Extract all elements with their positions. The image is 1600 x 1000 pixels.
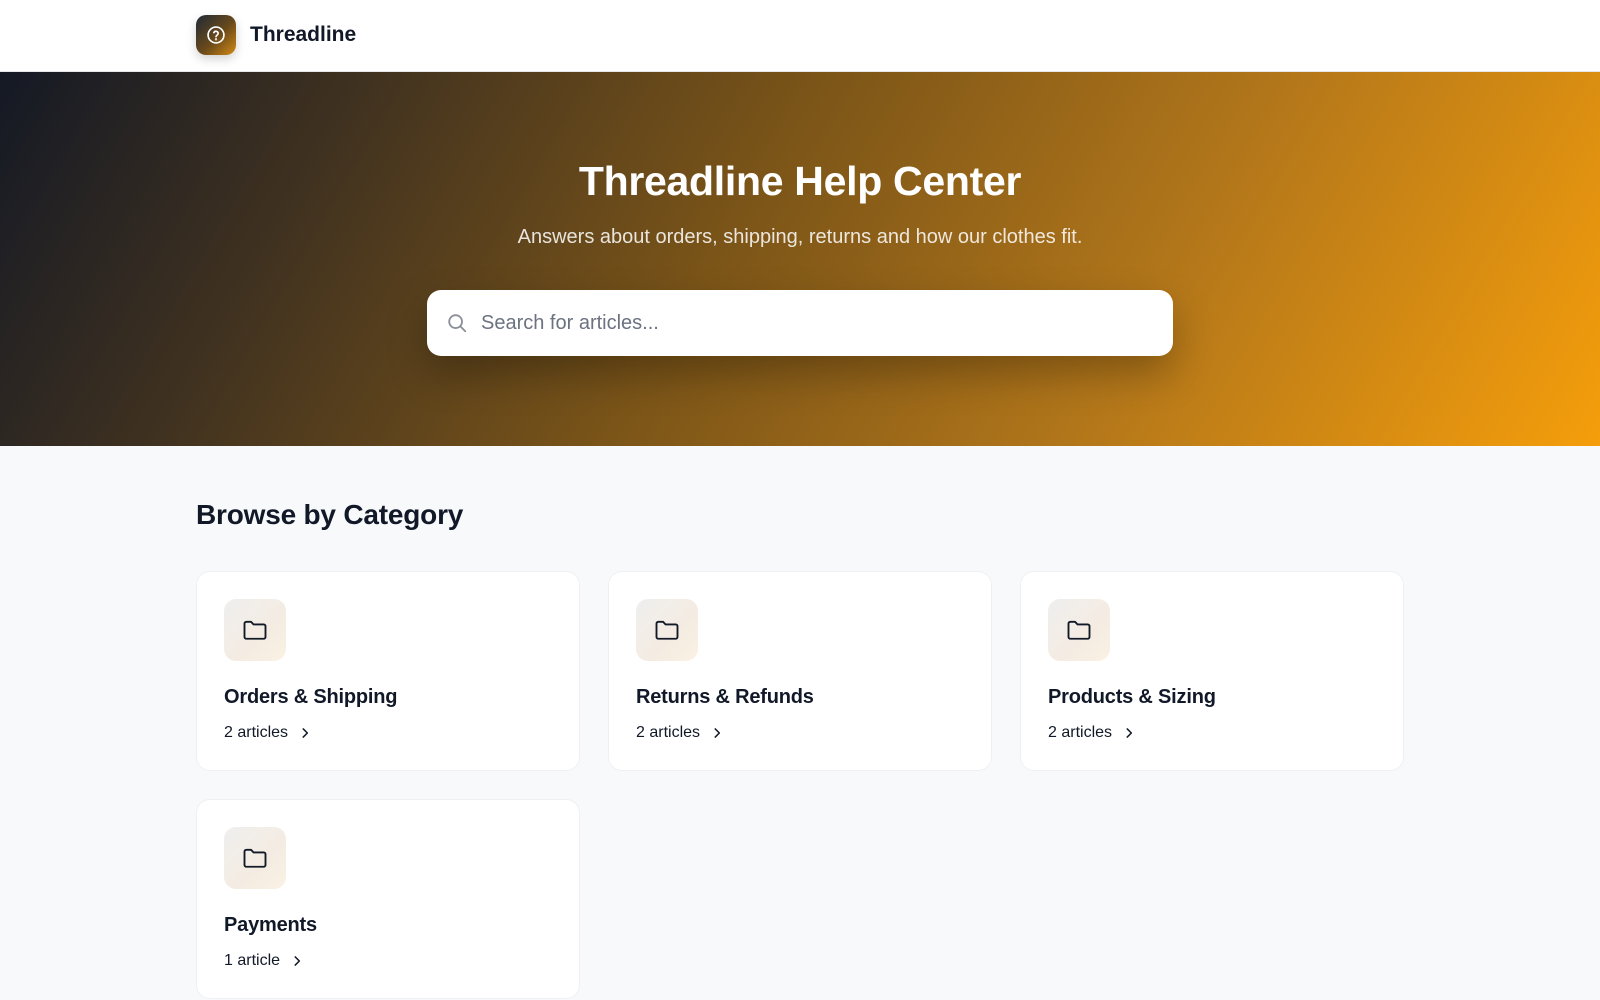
category-card-products-sizing[interactable]: Products & Sizing 2 articles — [1020, 571, 1404, 771]
article-count-link[interactable]: 2 articles — [224, 724, 312, 742]
chevron-right-icon — [1122, 726, 1136, 740]
chevron-right-icon — [290, 954, 304, 968]
search-input[interactable] — [481, 303, 1141, 343]
category-card-payments[interactable]: Payments 1 article — [196, 799, 580, 999]
page-title: Threadline Help Center — [578, 158, 1022, 204]
category-card-orders-shipping[interactable]: Orders & Shipping 2 articles — [196, 571, 580, 771]
hero-banner: Threadline Help Center Answers about ord… — [0, 72, 1600, 446]
article-count-link[interactable]: 2 articles — [636, 724, 724, 742]
article-count: 2 articles — [636, 724, 701, 741]
article-count: 1 article — [224, 952, 281, 969]
folder-icon — [224, 827, 286, 889]
help-circle-icon — [196, 15, 236, 55]
category-title: Returns & Refunds — [636, 686, 814, 708]
article-count-link[interactable]: 2 articles — [1048, 724, 1136, 742]
chevron-right-icon — [298, 726, 312, 740]
article-count: 2 articles — [224, 724, 289, 741]
search-icon — [445, 311, 469, 335]
category-grid: Orders & Shipping 2 articles Returns & R… — [196, 571, 1404, 999]
brand-home-link[interactable]: Threadline — [196, 15, 356, 55]
folder-icon — [1048, 599, 1110, 661]
top-bar: Threadline — [0, 0, 1600, 72]
chevron-right-icon — [710, 726, 724, 740]
category-card-returns-refunds[interactable]: Returns & Refunds 2 articles — [608, 571, 992, 771]
article-count-link[interactable]: 1 article — [224, 952, 304, 970]
category-title: Payments — [224, 914, 317, 936]
folder-icon — [636, 599, 698, 661]
category-title: Products & Sizing — [1048, 686, 1216, 708]
section-title: Browse by Category — [196, 499, 464, 530]
brand-name: Threadline — [250, 23, 357, 46]
category-title: Orders & Shipping — [224, 686, 398, 708]
folder-icon — [224, 599, 286, 661]
search-box[interactable] — [427, 290, 1173, 356]
article-count: 2 articles — [1048, 724, 1113, 741]
page-subtitle: Answers about orders, shipping, returns … — [517, 226, 1083, 248]
